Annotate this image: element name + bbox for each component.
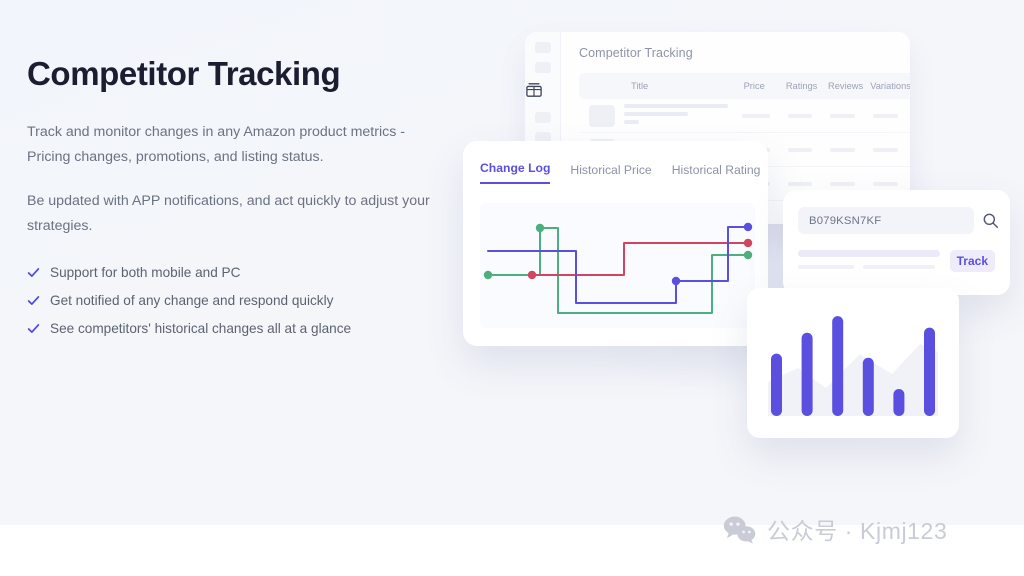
wechat-icon [723, 516, 756, 544]
page-title: Competitor Tracking [27, 55, 341, 92]
search-icon[interactable] [982, 212, 999, 229]
bar-chart [764, 302, 942, 424]
column-header-variations: Variations [870, 81, 910, 91]
bar-chart-svg [768, 316, 938, 416]
feature-label: Get notified of any change and respond q… [50, 292, 334, 308]
feature-label: See competitors' historical changes all … [50, 320, 352, 336]
feature-list: Support for both mobile and PC Get notif… [27, 265, 452, 336]
list-item: Get notified of any change and respond q… [27, 293, 452, 308]
chart-data-point[interactable] [483, 270, 493, 280]
check-icon [27, 268, 40, 277]
hero-text-column: Competitor Tracking Track and monitor ch… [27, 55, 452, 349]
bar[interactable] [771, 353, 782, 416]
column-header-price: Price [743, 81, 765, 91]
step-chart-svg [483, 222, 753, 314]
list-item: See competitors' historical changes all … [27, 321, 452, 336]
hero-paragraph-2: Be updated with APP notifications, and a… [27, 192, 430, 234]
chart-data-point[interactable] [743, 222, 753, 232]
chart-data-point[interactable] [671, 276, 681, 286]
chart-series-line [531, 242, 749, 276]
bar[interactable] [832, 316, 844, 416]
result-skeleton [798, 250, 940, 269]
row-title-skeleton [624, 103, 728, 128]
chart-series-line [487, 226, 749, 304]
tab-change-log[interactable]: Change Log [480, 161, 551, 184]
check-icon [27, 296, 40, 305]
column-header-title: Title [631, 81, 649, 91]
tab-historical-rating[interactable]: Historical Rating [672, 163, 761, 184]
feature-label: Support for both mobile and PC [50, 264, 241, 280]
table-row[interactable] [579, 99, 910, 133]
sidebar-placeholder [534, 42, 551, 53]
chart-data-point[interactable] [743, 250, 753, 260]
sidebar-placeholder [534, 112, 551, 123]
hero-paragraph-1: Track and monitor changes in any Amazon … [27, 123, 405, 165]
slide-canvas: Competitor Tracking Track and monitor ch… [0, 0, 1024, 576]
bar[interactable] [862, 357, 874, 416]
product-box-icon[interactable] [525, 82, 543, 98]
metrics-bar-card [747, 288, 959, 438]
change-log-card: Change Log Historical Price Historical R… [463, 141, 768, 346]
asin-search-input[interactable] [798, 207, 974, 234]
asin-search-card: Track [783, 190, 1010, 295]
bar[interactable] [893, 388, 905, 416]
watermark: 公众号 · Kjmj123 [723, 512, 947, 546]
chart-data-point[interactable] [527, 270, 537, 280]
list-item: Support for both mobile and PC [27, 265, 452, 280]
bar-chart-backdrop [768, 344, 938, 416]
bar[interactable] [924, 327, 935, 416]
check-icon [27, 324, 40, 333]
card-title: Competitor Tracking [579, 46, 693, 60]
chart-series-line [487, 227, 749, 314]
track-button[interactable]: Track [949, 250, 995, 272]
bar[interactable] [801, 332, 813, 416]
table-header-row: Title Price Ratings Reviews Variations [579, 73, 910, 99]
search-row [798, 207, 999, 234]
row-thumbnail [589, 104, 615, 127]
column-header-reviews: Reviews [828, 81, 864, 91]
watermark-text: 公众号 · Kjmj123 [767, 518, 948, 544]
change-log-step-chart [480, 203, 755, 328]
tab-historical-price[interactable]: Historical Price [570, 163, 651, 184]
chart-tabs: Change Log Historical Price Historical R… [463, 141, 768, 184]
chart-data-point[interactable] [743, 238, 753, 248]
sidebar-placeholder [534, 62, 551, 73]
chart-data-point[interactable] [535, 223, 545, 233]
search-result-row: Track [798, 250, 995, 272]
column-header-ratings: Ratings [785, 81, 818, 91]
